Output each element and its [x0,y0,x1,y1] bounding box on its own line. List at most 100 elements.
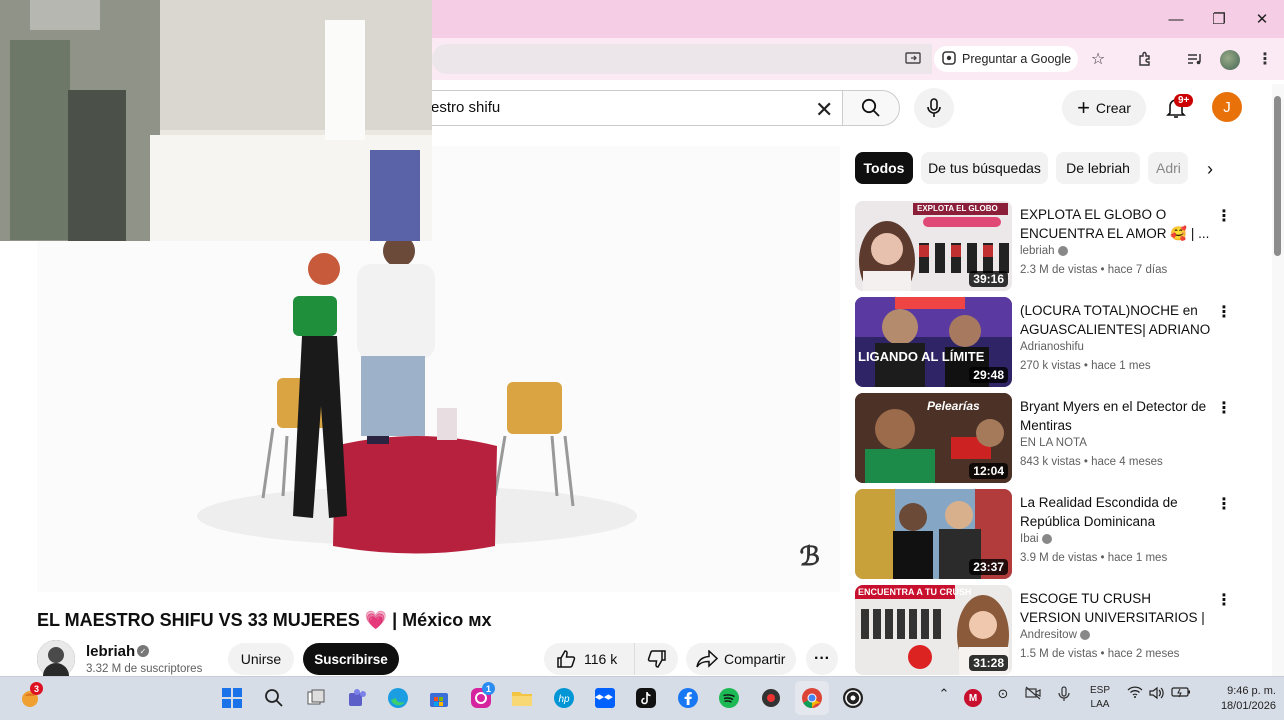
clear-search-icon[interactable]: ✕ [815,97,833,123]
related-video-channel[interactable]: Andresitow [1020,629,1091,641]
share-button[interactable]: Compartir [686,643,796,675]
more-options-icon[interactable]: ⋮ [1216,205,1232,227]
chevron-right-icon[interactable]: › [1198,156,1222,182]
chrome-icon[interactable] [795,681,829,715]
media-controls-icon[interactable] [1182,46,1208,72]
channel-name[interactable]: lebriah [86,643,135,660]
facebook-icon[interactable] [671,681,705,715]
language-indicator[interactable]: ESP LAA [1084,684,1116,712]
related-video-title[interactable]: ESCOGE TU CRUSH VERSION UNIVERSITARIOS |… [1020,589,1215,627]
thumbnail-caption: ENCUENTRA A TU CRUSH [858,587,972,597]
browser-menu-icon[interactable]: ⋮ [1252,46,1278,72]
chip-from-searches[interactable]: De tus búsquedas [921,152,1048,184]
volume-icon[interactable] [1148,686,1166,700]
address-bar[interactable] [432,44,932,74]
thumbnail-caption: EXPLOTA EL GLOBO [917,204,998,213]
video-thumbnail[interactable]: EXPLOTA EL GLOBO 39:16 [855,201,1012,291]
related-video-channel[interactable]: Adrianoshifu [1020,341,1084,353]
plus-icon: + [1077,95,1090,120]
channel-watermark-icon: ℬ [799,542,820,572]
mcafee-icon[interactable]: M [964,689,982,707]
join-button[interactable]: Unirse [228,643,294,675]
tray-overflow-icon[interactable]: ⌃ [936,686,952,702]
dropbox-icon[interactable] [588,681,622,715]
search-button[interactable] [842,90,900,126]
microphone-tray-icon[interactable] [1055,686,1073,702]
battery-icon[interactable] [1171,686,1191,698]
tiktok-icon[interactable] [629,681,663,715]
create-button[interactable]: + Crear [1062,90,1146,126]
install-app-icon[interactable] [900,46,926,72]
more-actions-button[interactable]: ··· [806,643,838,675]
related-video-meta: 2.3 M de vistas • hace 7 días [1020,264,1168,276]
file-explorer-icon[interactable] [505,681,539,715]
related-video[interactable]: 23:37 La Realidad Escondida de República… [855,489,1270,579]
scrollbar-thumb[interactable] [1274,96,1281,256]
thumbnail-caption: Pelearías [927,399,980,413]
video-thumbnail[interactable]: ENCUENTRA A TU CRUSH 31:28 [855,585,1012,675]
search-icon [861,98,880,117]
chip-from-lebriah[interactable]: De lebriah [1056,152,1140,184]
related-video-title[interactable]: La Realidad Escondida de República Domin… [1020,493,1215,531]
video-thumbnail[interactable]: Pelearías 12:04 [855,393,1012,483]
like-button[interactable]: 116 k [544,643,634,675]
related-video-channel[interactable]: Ibai [1020,533,1052,545]
ask-google-button[interactable]: Preguntar a Google [934,46,1078,72]
app-icon[interactable] [754,681,788,715]
subscribe-button[interactable]: Suscribirse [303,643,399,675]
obs-icon[interactable] [836,681,870,715]
video-thumbnail[interactable]: 23:37 [855,489,1012,579]
maximize-button[interactable]: ❐ [1199,6,1239,32]
related-video-channel[interactable]: lebriah [1020,245,1068,257]
related-video[interactable]: LIGANDO AL LÍMITE 29:48 (LOCURA TOTAL)NO… [855,297,1270,387]
profile-avatar[interactable] [1220,50,1240,70]
spotify-icon[interactable] [712,681,746,715]
more-options-icon[interactable]: ⋮ [1216,493,1232,515]
related-video[interactable]: Pelearías 12:04 Bryant Myers en el Detec… [855,393,1270,483]
wifi-icon[interactable] [1126,686,1144,698]
related-video-meta: 843 k vistas • hace 4 meses [1020,456,1163,468]
more-options-icon[interactable]: ⋮ [1216,397,1232,419]
voice-search-button[interactable] [914,88,954,128]
close-window-button[interactable]: ✕ [1242,6,1282,32]
search-input[interactable]: estro shifu ✕ [430,90,842,126]
related-video-title[interactable]: (LOCURA TOTAL)NOCHE en AGUASCALIENTES| A… [1020,301,1215,339]
bookmark-star-icon[interactable]: ☆ [1085,46,1111,72]
verified-check-icon [1041,533,1052,544]
webcam-room-image [0,0,432,241]
start-button-icon[interactable] [215,681,249,715]
minimize-button[interactable]: — [1156,6,1196,32]
task-view-icon[interactable] [299,681,333,715]
video-title: EL MAESTRO SHIFU VS 33 MUJERES 💗 | Méxic… [37,610,492,630]
sync-icon[interactable]: ⊙ [994,686,1012,702]
dislike-button[interactable] [634,643,678,675]
video-thumbnail[interactable]: LIGANDO AL LÍMITE 29:48 [855,297,1012,387]
channel-avatar[interactable] [37,640,75,678]
extensions-icon[interactable] [1132,46,1158,72]
related-video-title[interactable]: Bryant Myers en el Detector de Mentiras [1020,397,1215,435]
notification-count-badge: 9+ [1174,94,1194,107]
video-duration: 31:28 [969,655,1008,671]
related-video[interactable]: ENCUENTRA A TU CRUSH 31:28 ESCOGE TU CRU… [855,585,1270,675]
related-video-channel[interactable]: EN LA NOTA [1020,437,1087,449]
mic-icon [927,98,941,117]
more-options-icon[interactable]: ⋮ [1216,301,1232,323]
chip-todos[interactable]: Todos [855,152,913,184]
clock-date: 18/01/2026 [1220,700,1276,712]
taskbar-search-icon[interactable] [257,681,291,715]
more-options-icon[interactable]: ⋮ [1216,589,1232,611]
video-duration: 29:48 [969,367,1008,383]
account-avatar[interactable]: J [1212,92,1242,122]
clock[interactable]: 9:46 p. m. 18/01/2026 [1200,684,1276,714]
chip-adri[interactable]: Adri [1148,152,1188,184]
thumbs-down-icon [647,650,666,668]
related-video-title[interactable]: EXPLOTA EL GLOBO O ENCUENTRA EL AMOR 🥰 |… [1020,205,1215,243]
related-video[interactable]: EXPLOTA EL GLOBO 39:16 EXPLOTA EL GLOBO … [855,201,1270,291]
teams-icon[interactable] [340,681,374,715]
camera-off-icon[interactable] [1024,686,1042,700]
related-video-meta: 270 k vistas • hace 1 mes [1020,360,1151,372]
ms-store-icon[interactable] [422,681,456,715]
weather-badge: 3 [30,682,43,695]
edge-icon[interactable] [381,681,415,715]
hp-icon[interactable]: hp [547,681,581,715]
